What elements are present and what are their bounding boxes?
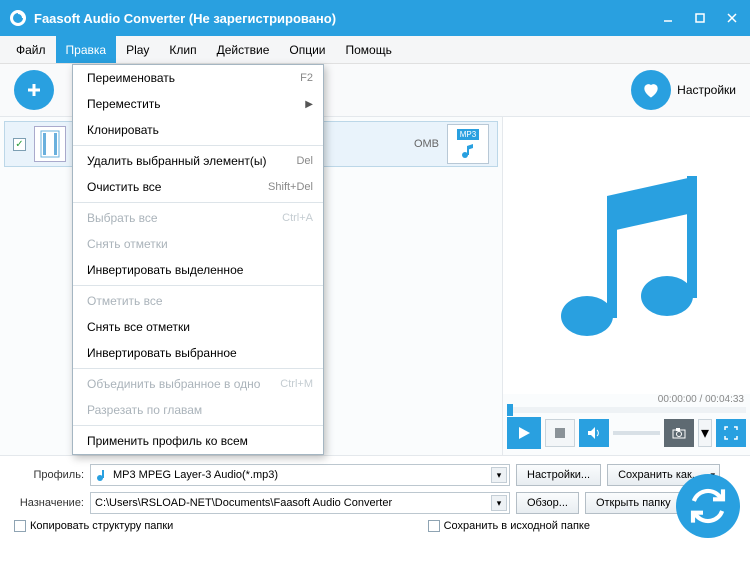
- profile-value: MP3 MPEG Layer-3 Audio(*.mp3): [113, 469, 278, 481]
- menu-action[interactable]: Действие: [207, 36, 280, 63]
- profile-settings-button[interactable]: Настройки...: [516, 464, 601, 486]
- convert-button[interactable]: [676, 474, 740, 538]
- format-tag: MP3: [457, 129, 479, 140]
- preview-area: [503, 117, 750, 394]
- file-checkbox[interactable]: ✓: [13, 138, 26, 151]
- menu-clip[interactable]: Клип: [159, 36, 206, 63]
- browse-button[interactable]: Обзор...: [516, 492, 579, 514]
- minimize-button[interactable]: [654, 6, 682, 30]
- refresh-icon: [688, 486, 728, 526]
- menu-edit[interactable]: Правка: [56, 36, 117, 63]
- menu-clear-all[interactable]: Очистить всеShift+Del: [73, 174, 323, 200]
- menu-uncheck-all[interactable]: Снять все отметки: [73, 314, 323, 340]
- add-file-button[interactable]: [14, 70, 54, 110]
- bottom-panel: Профиль: MP3 MPEG Layer-3 Audio(*.mp3) ▾…: [0, 456, 750, 546]
- menu-merge: Объединить выбранное в одноCtrl+M: [73, 371, 323, 397]
- snapshot-dropdown[interactable]: ▾: [698, 419, 712, 447]
- volume-slider[interactable]: [613, 431, 660, 435]
- chevron-down-icon[interactable]: ▾: [491, 467, 507, 483]
- music-note-icon: [547, 166, 707, 346]
- dest-value: C:\Users\RSLOAD-NET\Documents\Faasoft Au…: [95, 497, 392, 509]
- menu-invert-selection[interactable]: Инвертировать выделенное: [73, 257, 323, 283]
- snapshot-button[interactable]: [664, 419, 694, 447]
- chevron-down-icon[interactable]: ▾: [491, 495, 507, 511]
- menu-select-all: Выбрать всеCtrl+A: [73, 205, 323, 231]
- menu-rename[interactable]: ПереименоватьF2: [73, 65, 323, 91]
- separator: [73, 368, 323, 369]
- play-button[interactable]: [507, 417, 541, 449]
- profile-label: Профиль:: [10, 469, 84, 481]
- output-format-badge[interactable]: MP3: [447, 124, 489, 164]
- menu-help[interactable]: Помощь: [336, 36, 402, 63]
- menu-clone[interactable]: Клонировать: [73, 117, 323, 143]
- profile-combobox[interactable]: MP3 MPEG Layer-3 Audio(*.mp3) ▾: [90, 464, 510, 486]
- player-controls: ▾: [503, 417, 750, 455]
- file-size: OMB: [414, 138, 439, 150]
- open-folder-button[interactable]: Открыть папку: [585, 492, 682, 514]
- separator: [73, 285, 323, 286]
- chevron-right-icon: ▶: [305, 99, 313, 110]
- dest-label: Назначение:: [10, 497, 84, 509]
- edit-menu-dropdown: ПереименоватьF2 Переместить▶ Клонировать…: [72, 64, 324, 455]
- separator: [73, 425, 323, 426]
- settings-label: Настройки: [677, 83, 736, 97]
- close-button[interactable]: [718, 6, 746, 30]
- menu-apply-profile[interactable]: Применить профиль ко всем: [73, 428, 323, 454]
- settings-button[interactable]: Настройки: [631, 70, 736, 110]
- menu-invert-checked[interactable]: Инвертировать выбранное: [73, 340, 323, 366]
- menu-uncheck: Снять отметки: [73, 231, 323, 257]
- profile-icon: [95, 468, 109, 482]
- menu-file[interactable]: Файл: [6, 36, 56, 63]
- stop-button[interactable]: [545, 419, 575, 447]
- menu-delete[interactable]: Удалить выбранный элемент(ы)Del: [73, 148, 323, 174]
- menu-options[interactable]: Опции: [279, 36, 335, 63]
- file-thumb-icon: [34, 126, 66, 162]
- separator: [73, 145, 323, 146]
- app-logo-icon: [8, 8, 28, 28]
- dest-input[interactable]: C:\Users\RSLOAD-NET\Documents\Faasoft Au…: [90, 492, 510, 514]
- fullscreen-button[interactable]: [716, 419, 746, 447]
- menu-check-all: Отметить все: [73, 288, 323, 314]
- mute-button[interactable]: [579, 419, 609, 447]
- maximize-button[interactable]: [686, 6, 714, 30]
- menu-play[interactable]: Play: [116, 36, 159, 63]
- music-file-icon: [459, 142, 477, 160]
- menu-split: Разрезать по главам: [73, 397, 323, 423]
- title-bar: Faasoft Audio Converter (Не зарегистриро…: [0, 0, 750, 36]
- window-title: Faasoft Audio Converter (Не зарегистриро…: [34, 11, 654, 26]
- seek-slider[interactable]: [507, 407, 746, 413]
- keep-structure-checkbox[interactable]: Копировать структуру папки: [14, 520, 173, 532]
- plus-icon: [14, 70, 54, 110]
- heart-icon: [631, 70, 671, 110]
- preview-pane: 00:00:00 / 00:04:33 ▾: [502, 117, 750, 455]
- separator: [73, 202, 323, 203]
- time-display: 00:00:00 / 00:04:33: [503, 394, 750, 407]
- menu-bar: Файл Правка Play Клип Действие Опции Пом…: [0, 36, 750, 64]
- save-source-folder-checkbox[interactable]: Сохранить в исходной папке: [428, 520, 590, 532]
- menu-move[interactable]: Переместить▶: [73, 91, 323, 117]
